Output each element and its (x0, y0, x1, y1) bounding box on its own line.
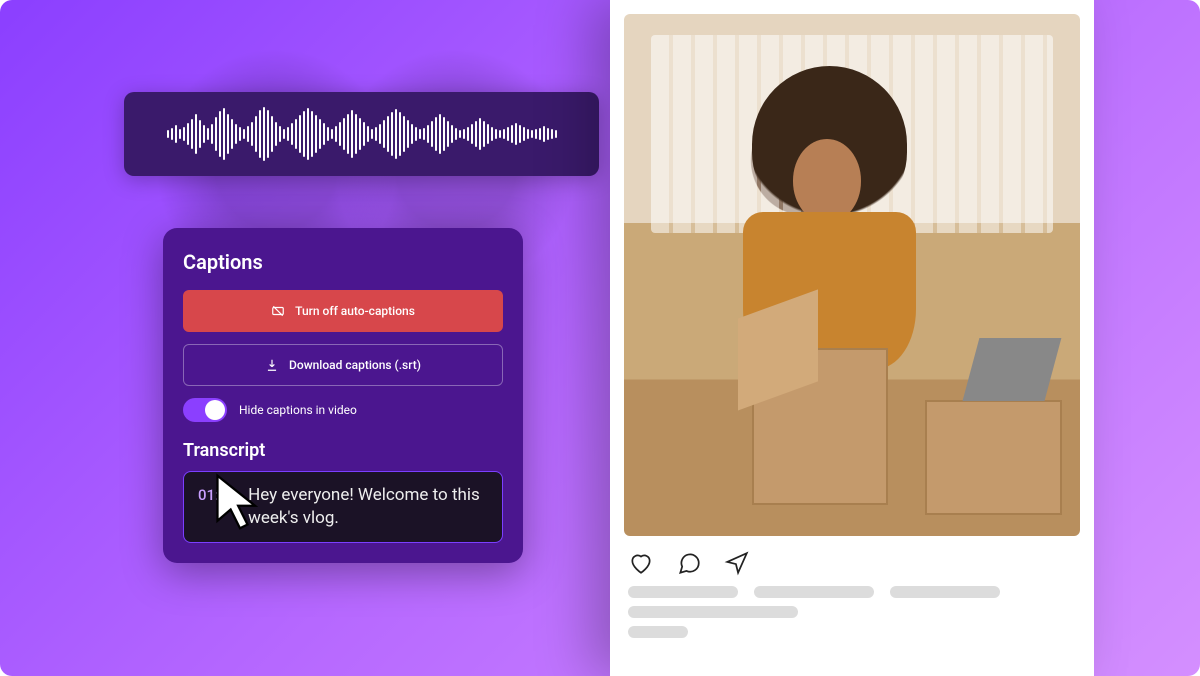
post-meta-placeholder (624, 586, 1080, 606)
post-caption-placeholder (624, 606, 1080, 626)
transcript-entry[interactable]: 01:00 Hey everyone! Welcome to this week… (183, 471, 503, 543)
transcript-title: Transcript (183, 440, 503, 461)
paper-plane-icon[interactable] (724, 550, 750, 576)
hide-captions-row: Hide captions in video (183, 398, 503, 422)
post-actions (624, 536, 1080, 586)
hide-captions-label: Hide captions in video (239, 403, 357, 417)
turn-off-label: Turn off auto-captions (295, 304, 415, 318)
download-icon (265, 358, 279, 372)
hide-captions-toggle[interactable] (183, 398, 227, 422)
speech-bubble-icon[interactable] (676, 550, 702, 576)
audio-waveform[interactable] (124, 92, 599, 176)
captions-panel: Captions Turn off auto-captions Download… (163, 228, 523, 563)
captions-title: Captions (183, 250, 503, 274)
download-label: Download captions (.srt) (289, 358, 421, 372)
transcript-timestamp: 01:00 (198, 486, 236, 504)
app-canvas: Captions Turn off auto-captions Download… (0, 0, 1200, 676)
captions-off-icon (271, 304, 285, 318)
download-captions-button[interactable]: Download captions (.srt) (183, 344, 503, 386)
post-image[interactable] (624, 14, 1080, 536)
post-caption-placeholder-2 (624, 626, 1080, 646)
turn-off-auto-captions-button[interactable]: Turn off auto-captions (183, 290, 503, 332)
heart-icon[interactable] (628, 550, 654, 576)
social-post-card (610, 0, 1094, 676)
toggle-knob (205, 400, 225, 420)
transcript-text: Hey everyone! Welcome to this week's vlo… (248, 484, 488, 530)
